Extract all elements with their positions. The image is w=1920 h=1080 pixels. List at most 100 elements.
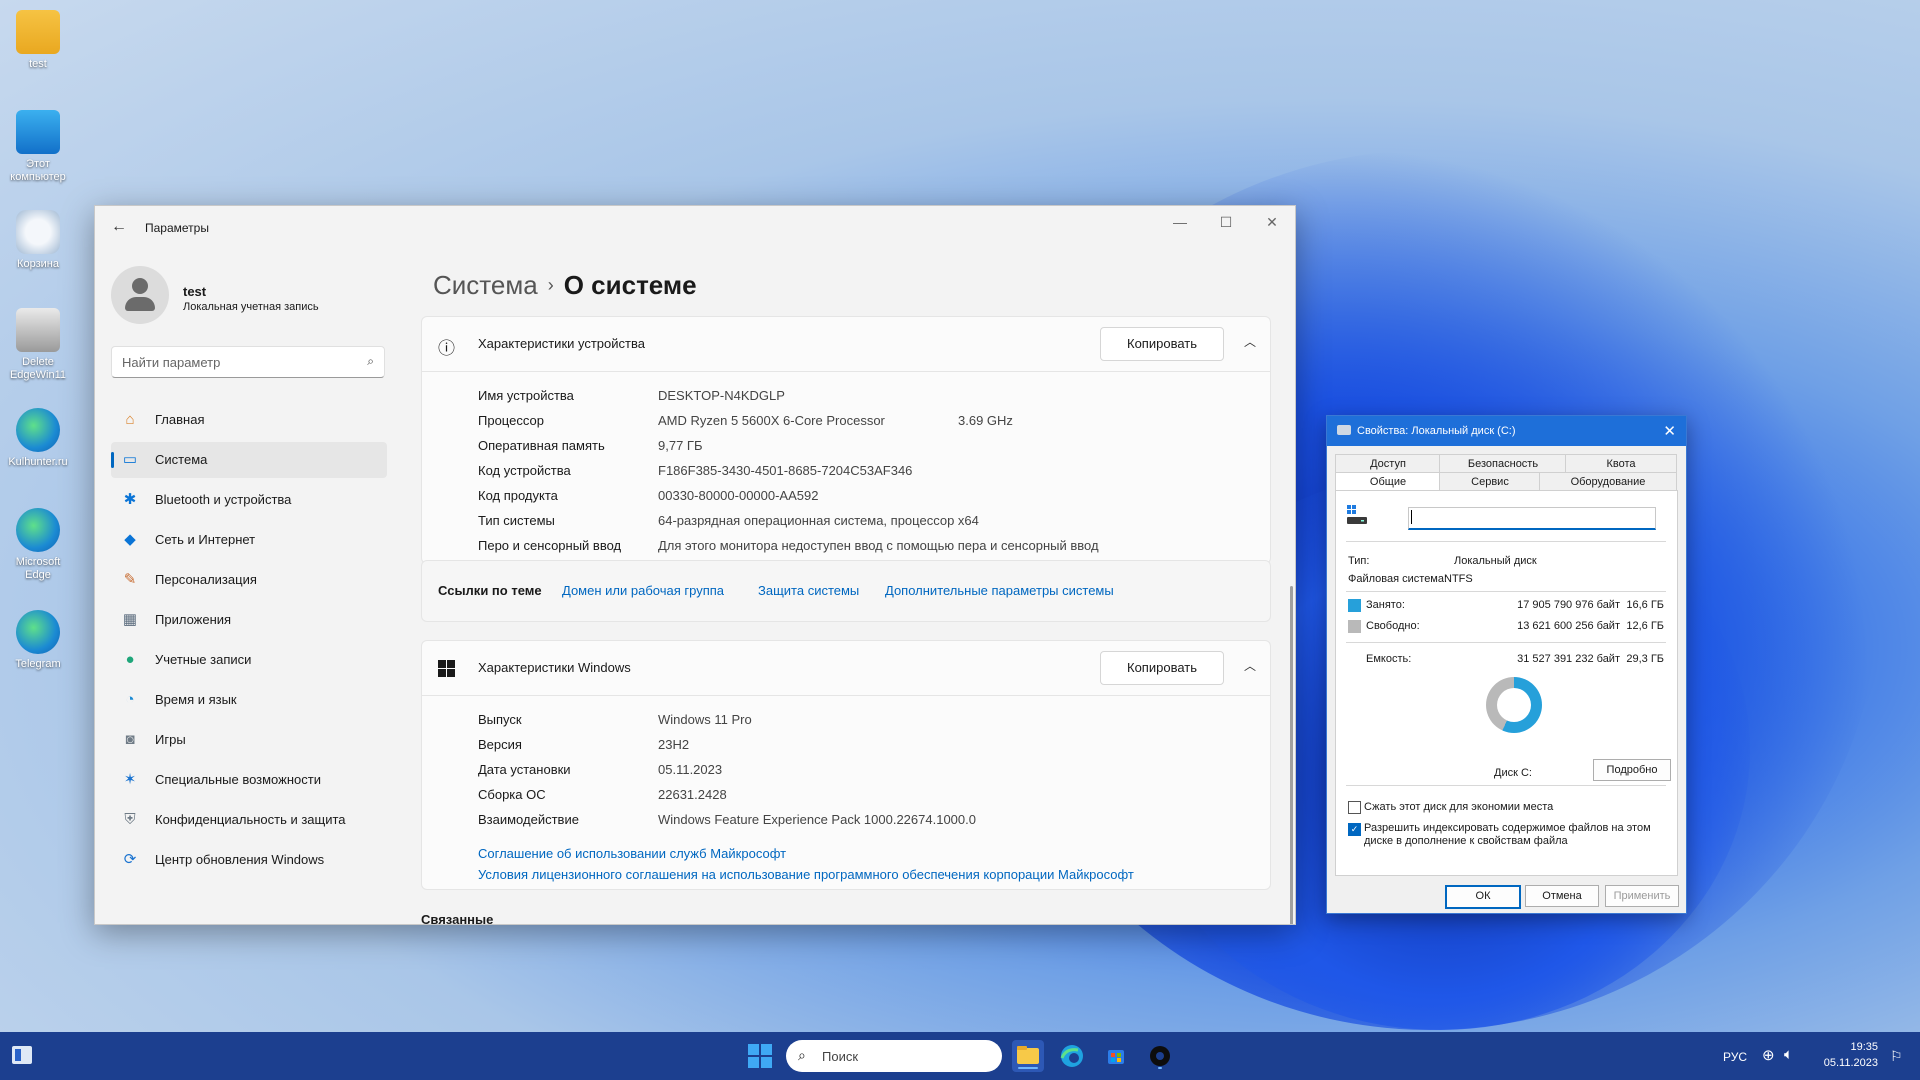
- scrollbar[interactable]: [1290, 586, 1293, 924]
- spec-key: Перо и сенсорный ввод: [478, 538, 622, 553]
- details-button[interactable]: Подробно: [1593, 759, 1671, 781]
- breadcrumb-parent[interactable]: Система: [433, 270, 538, 300]
- file-explorer-icon[interactable]: [1012, 1040, 1044, 1072]
- copy-device-specs-button[interactable]: Копировать: [1100, 327, 1224, 361]
- chevron-up-icon[interactable]: ︿: [1244, 333, 1256, 350]
- windows-logo-icon: [438, 660, 455, 682]
- ok-button[interactable]: ОК: [1445, 885, 1521, 909]
- time-language-icon: ◔: [125, 691, 135, 708]
- spec-value: 00330-80000-00000-AA592: [658, 488, 819, 503]
- sidebar-item[interactable]: ◆ Сеть и Интернет: [111, 522, 387, 558]
- used-label: Занято:: [1366, 599, 1405, 611]
- device-specs-header[interactable]: ⓘ Характеристики устройства Копировать ︿: [422, 317, 1270, 372]
- desktop-icon[interactable]: Kulhunter.ru: [6, 408, 70, 469]
- telegram-icon: [16, 610, 60, 654]
- tab-quota[interactable]: Квота: [1565, 454, 1677, 474]
- sidebar-item-label: Центр обновления Windows: [155, 852, 325, 867]
- sidebar-item-label: Сеть и Интернет: [155, 532, 256, 547]
- volume-icon[interactable]: 🔈︎: [1784, 1046, 1793, 1063]
- shield-icon: ⛨: [124, 811, 136, 828]
- dialog-title: Свойства: Локальный диск (C:): [1357, 425, 1516, 437]
- sidebar-item[interactable]: ● Учетные записи: [111, 642, 387, 678]
- settings-titlebar: ← Параметры — ☐ ✕: [95, 206, 1295, 250]
- link-system-protection[interactable]: Защита системы: [758, 583, 859, 598]
- tab-hardware[interactable]: Оборудование: [1539, 472, 1677, 492]
- sidebar-item[interactable]: ▦ Приложения: [111, 602, 387, 638]
- sidebar-item[interactable]: ⛨ Конфиденциальность и защита: [111, 802, 387, 838]
- desktop-icon[interactable]: Корзина: [6, 210, 70, 271]
- network-icon: ◆: [124, 531, 136, 548]
- tab-tools[interactable]: Сервис: [1439, 472, 1541, 492]
- notifications-icon[interactable]: ⚐: [1890, 1048, 1903, 1065]
- desktop-icon[interactable]: Telegram: [6, 610, 70, 671]
- sidebar-item[interactable]: ✱ Bluetooth и устройства: [111, 482, 387, 518]
- settings-search-input[interactable]: Найти параметр ⌕: [111, 346, 385, 378]
- drive-label-input[interactable]: [1408, 507, 1656, 530]
- divider: [1346, 642, 1666, 643]
- device-specs-title: Характеристики устройства: [478, 336, 645, 351]
- dialog-tabs: Доступ Безопасность Квота Общие Сервис О…: [1335, 454, 1677, 492]
- capacity-label: Емкость:: [1366, 653, 1412, 665]
- sidebar-item[interactable]: ◙ Игры: [111, 722, 387, 758]
- index-checkbox[interactable]: ✓: [1348, 823, 1361, 836]
- sidebar-nav: ⌂ Главная ▭ Система ✱ Bluetooth и устройства ◆…: [111, 402, 387, 882]
- clock-time[interactable]: 19:35: [1818, 1041, 1878, 1053]
- taskbar-search-input[interactable]: ⌕ Поиск: [786, 1040, 1002, 1072]
- accessibility-icon: ✶: [123, 771, 137, 788]
- compress-checkbox[interactable]: [1348, 801, 1361, 814]
- clock-date[interactable]: 05.11.2023: [1812, 1057, 1878, 1069]
- tab-sharing[interactable]: Доступ: [1335, 454, 1441, 474]
- desktop-icon-label: Delete EdgeWin11: [9, 356, 67, 381]
- spec-key: Тип системы: [478, 513, 555, 528]
- used-space-swatch: [1348, 599, 1361, 612]
- copy-windows-specs-button[interactable]: Копировать: [1100, 651, 1224, 685]
- used-gb: 16,6 ГБ: [1626, 599, 1664, 611]
- home-icon: ⌂: [125, 411, 135, 428]
- store-icon[interactable]: [1100, 1040, 1132, 1072]
- close-icon[interactable]: ✕: [1663, 422, 1676, 440]
- show-desktop-icon[interactable]: [12, 1046, 32, 1064]
- link-advanced-system-settings[interactable]: Дополнительные параметры системы: [885, 583, 1114, 598]
- maximize-button[interactable]: ☐: [1203, 214, 1249, 231]
- divider: [1346, 541, 1666, 542]
- cancel-button[interactable]: Отмена: [1525, 885, 1599, 907]
- network-globe-icon[interactable]: ⊕: [1762, 1046, 1775, 1064]
- desktop-icon[interactable]: test: [6, 10, 70, 71]
- tab-general[interactable]: Общие: [1335, 472, 1441, 491]
- desktop-icon[interactable]: Delete EdgeWin11: [6, 308, 70, 382]
- chevron-up-icon[interactable]: ︿: [1244, 657, 1256, 674]
- edge-icon[interactable]: [1056, 1040, 1088, 1072]
- computer-icon: [16, 110, 60, 154]
- sidebar-item-label: Игры: [155, 732, 186, 747]
- back-arrow-icon[interactable]: ←: [111, 218, 127, 236]
- sidebar-item-label: Bluetooth и устройства: [155, 492, 292, 507]
- close-button[interactable]: ✕: [1249, 214, 1295, 231]
- desktop-icon-label: test: [29, 58, 47, 70]
- sidebar-item[interactable]: ⟳ Центр обновления Windows: [111, 842, 387, 878]
- apply-button[interactable]: Применить: [1605, 885, 1679, 907]
- input-language[interactable]: РУС: [1723, 1050, 1747, 1064]
- spec-key: Процессор: [478, 413, 544, 428]
- sidebar-item[interactable]: ⌂ Главная: [111, 402, 387, 438]
- windows-specs-title: Характеристики Windows: [478, 660, 631, 675]
- desktop-icon[interactable]: Этот компьютер: [6, 110, 70, 184]
- link-domain-workgroup[interactable]: Домен или рабочая группа: [562, 583, 724, 598]
- window-title: Параметры: [145, 221, 209, 235]
- sidebar-item[interactable]: ✎ Персонализация: [111, 562, 387, 598]
- link-services-agreement[interactable]: Соглашение об использовании служб Майкро…: [478, 846, 786, 861]
- settings-gear-icon[interactable]: [1144, 1040, 1176, 1072]
- spec-value: DESKTOP-N4KDGLP: [658, 388, 785, 403]
- start-button[interactable]: [748, 1044, 772, 1068]
- sidebar-item[interactable]: ▭ Система: [111, 442, 387, 478]
- link-license-terms[interactable]: Условия лицензионного соглашения на испо…: [478, 867, 1134, 882]
- sidebar-item[interactable]: ◔ Время и язык: [111, 682, 387, 718]
- search-icon: ⌕: [367, 354, 374, 368]
- minimize-button[interactable]: —: [1157, 214, 1203, 230]
- general-panel: Тип: Локальный диск Файловая система: NT…: [1335, 490, 1678, 876]
- type-label: Тип:: [1348, 555, 1370, 567]
- disk-usage-donut: [1486, 677, 1542, 733]
- windows-specs-header[interactable]: Характеристики Windows Копировать ︿: [422, 641, 1270, 696]
- sidebar-item[interactable]: ✶ Специальные возможности: [111, 762, 387, 798]
- desktop-icon[interactable]: Microsoft Edge: [6, 508, 70, 582]
- tab-security[interactable]: Безопасность: [1439, 454, 1567, 474]
